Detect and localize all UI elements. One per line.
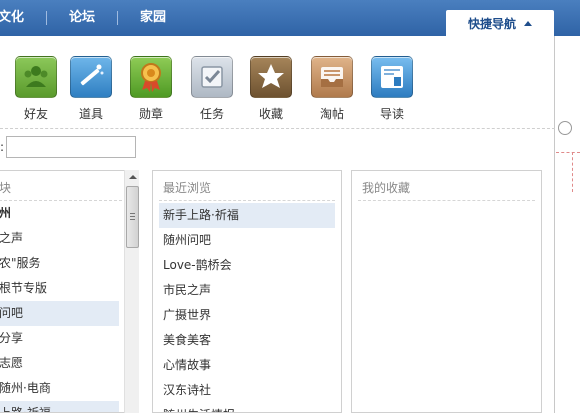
list-item[interactable]: 随州·电商 <box>0 376 119 401</box>
friends-icon <box>15 56 57 98</box>
tool-tasks[interactable]: 任务 <box>187 56 237 122</box>
list-item[interactable]: 心情故事 <box>159 353 335 378</box>
search-label: : <box>0 140 5 154</box>
list-item[interactable]: 分享 <box>0 326 119 351</box>
reading-guide-icon <box>371 56 413 98</box>
quick-nav-label: 快捷导航 <box>467 16 516 31</box>
list-item[interactable]: 新手上路·祈福 <box>159 203 335 228</box>
list-item[interactable]: 之声 <box>0 226 119 251</box>
tool-label: 导读 <box>379 107 404 121</box>
top-nav: 文化 论坛 家园 <box>0 0 188 36</box>
circle-icon <box>558 121 572 135</box>
dashed-divider <box>0 128 555 129</box>
forum-list: 州 之声 农"服务 根节专版 问吧 分享 志愿 随州·电商 上路·祈福 <box>0 201 137 412</box>
column-header: 块 <box>0 171 137 201</box>
recent-list: 新手上路·祈福 随州问吧 Love-鹊桥会 市民之声 广摄世界 美食美客 心情故… <box>153 201 341 412</box>
tool-label: 勋章 <box>138 107 163 121</box>
recent-browsing-column: 最近浏览 新手上路·祈福 随州问吧 Love-鹊桥会 市民之声 广摄世界 美食美… <box>152 170 342 413</box>
column-header: 我的收藏 <box>358 171 535 201</box>
star-icon <box>250 56 292 98</box>
task-check-icon <box>191 56 233 98</box>
tool-label: 任务 <box>199 107 224 121</box>
tool-friends[interactable]: 好友 <box>11 56 61 122</box>
column-header: 最近浏览 <box>159 171 335 201</box>
tray-icon <box>311 56 353 98</box>
list-item[interactable]: 问吧 <box>0 301 119 326</box>
scroll-up-arrow-icon[interactable] <box>125 170 140 184</box>
list-item[interactable]: 农"服务 <box>0 251 119 276</box>
list-item[interactable]: 广摄世界 <box>159 303 335 328</box>
list-item[interactable]: Love-鹊桥会 <box>159 253 335 278</box>
scrollbar[interactable] <box>124 170 139 413</box>
magic-wand-icon <box>70 56 112 98</box>
list-item[interactable]: 美食美客 <box>159 328 335 353</box>
list-item[interactable]: 汉东诗社 <box>159 378 335 403</box>
tool-guide[interactable]: 导读 <box>367 56 417 122</box>
quick-nav-panel: 好友 道具 勋章 任务 收藏 淘帖 导读: 块 州 之声 农"服务 根节专版 … <box>0 36 555 413</box>
search-row: : <box>0 136 137 158</box>
medal-icon <box>130 56 172 98</box>
tool-label: 淘帖 <box>319 107 344 121</box>
search-input[interactable] <box>6 136 137 158</box>
list-item[interactable]: 根节专版 <box>0 276 119 301</box>
tool-props[interactable]: 道具 <box>66 56 116 122</box>
scrollbar-thumb[interactable] <box>126 186 139 248</box>
nav-item-culture[interactable]: 文化 <box>0 0 46 36</box>
quick-nav-tab[interactable]: 快捷导航 <box>446 10 554 36</box>
tool-label: 好友 <box>23 107 48 121</box>
list-item[interactable]: 州 <box>0 201 119 226</box>
tool-favorites[interactable]: 收藏 <box>246 56 296 122</box>
nav-item-forum[interactable]: 论坛 <box>47 0 117 36</box>
list-item[interactable]: 随州问吧 <box>159 228 335 253</box>
caret-up-icon <box>524 20 532 26</box>
list-item[interactable]: 市民之声 <box>159 278 335 303</box>
tool-row: 好友 道具 勋章 任务 收藏 淘帖 导读 <box>0 56 555 128</box>
list-item[interactable]: 志愿 <box>0 351 119 376</box>
dashed-divider <box>572 152 573 192</box>
my-favorites-column: 我的收藏 <box>351 170 542 413</box>
tool-medals[interactable]: 勋章 <box>126 56 176 122</box>
dashed-divider <box>556 152 580 153</box>
forum-list-column: 块 州 之声 农"服务 根节专版 问吧 分享 志愿 随州·电商 上路·祈福 <box>0 170 138 413</box>
tool-label: 收藏 <box>258 107 283 121</box>
background-page-edge <box>556 36 580 413</box>
nav-item-home[interactable]: 家园 <box>118 0 188 36</box>
list-item[interactable]: 上路·祈福 <box>0 401 119 412</box>
tool-taotie[interactable]: 淘帖 <box>307 56 357 122</box>
tool-label: 道具 <box>78 107 103 121</box>
list-item[interactable]: 随州生活情报 <box>159 403 335 412</box>
